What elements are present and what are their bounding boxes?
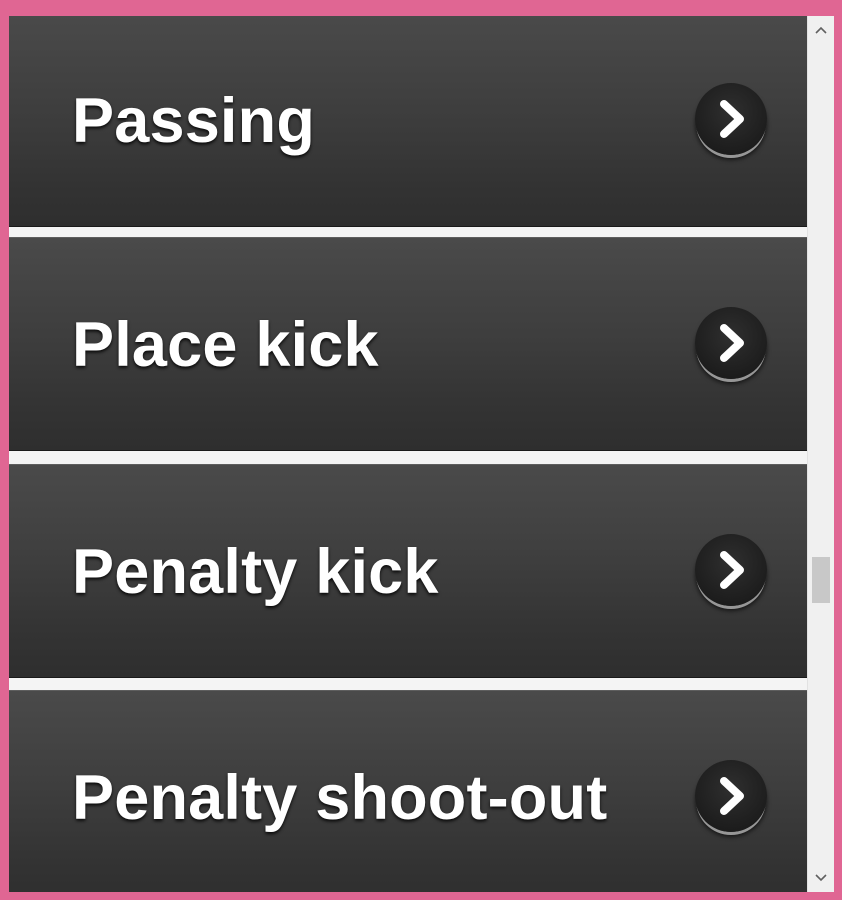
chevron-down-icon xyxy=(815,874,827,882)
vertical-scrollbar[interactable] xyxy=(807,16,834,892)
list-item-label: Place kick xyxy=(72,309,379,380)
list-item-label: Penalty kick xyxy=(72,536,439,607)
menu-list: Passing Place kick Penalty kick Penalty … xyxy=(9,16,807,892)
list-item-label: Penalty shoot-out xyxy=(72,762,608,833)
list-item-place-kick[interactable]: Place kick xyxy=(9,237,807,451)
chevron-right-icon[interactable] xyxy=(695,533,767,606)
list-item-label: Passing xyxy=(72,85,316,156)
list-item-penalty-shoot-out[interactable]: Penalty shoot-out xyxy=(9,690,807,892)
scrollbar-thumb[interactable] xyxy=(812,557,830,603)
scroll-down-button[interactable] xyxy=(808,866,834,890)
chevron-right-icon[interactable] xyxy=(695,306,767,379)
chevron-up-icon xyxy=(815,26,827,34)
chevron-right-icon[interactable] xyxy=(695,759,767,832)
chevron-right-icon[interactable] xyxy=(695,82,767,155)
scroll-up-button[interactable] xyxy=(808,18,834,42)
list-item-penalty-kick[interactable]: Penalty kick xyxy=(9,464,807,678)
app-frame: Passing Place kick Penalty kick Penalty … xyxy=(0,0,842,900)
list-item-passing[interactable]: Passing xyxy=(9,16,807,227)
